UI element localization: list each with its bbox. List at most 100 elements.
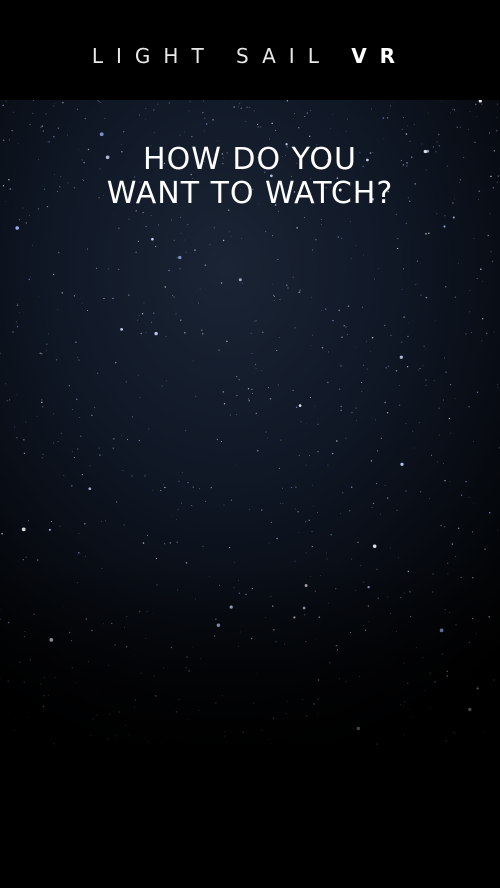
star xyxy=(253,320,255,322)
star xyxy=(309,396,311,399)
star xyxy=(168,102,170,104)
star xyxy=(192,505,194,507)
star xyxy=(376,483,378,485)
star xyxy=(107,268,110,270)
star xyxy=(371,108,372,110)
star xyxy=(53,105,55,107)
star xyxy=(341,237,343,240)
star xyxy=(414,284,416,286)
star xyxy=(202,111,204,114)
star xyxy=(305,552,307,554)
star xyxy=(279,299,281,300)
star xyxy=(435,319,436,321)
star xyxy=(96,267,97,269)
star xyxy=(482,318,484,320)
star xyxy=(187,481,189,484)
star xyxy=(25,421,27,423)
star xyxy=(423,345,425,347)
star xyxy=(436,461,438,463)
star xyxy=(160,489,162,492)
star xyxy=(171,515,173,517)
header-bar: LIGHT SAIL VR xyxy=(0,0,500,100)
star xyxy=(16,326,19,328)
star xyxy=(356,420,357,421)
star xyxy=(112,447,114,449)
star xyxy=(2,139,5,141)
star xyxy=(164,543,166,545)
star xyxy=(383,138,385,140)
star xyxy=(361,381,363,384)
star xyxy=(78,533,80,535)
star xyxy=(212,119,214,121)
star xyxy=(78,359,80,361)
star xyxy=(413,124,415,126)
star xyxy=(251,388,253,390)
star xyxy=(209,244,211,246)
star xyxy=(337,236,340,238)
star xyxy=(220,440,222,442)
star xyxy=(62,101,64,104)
star xyxy=(144,474,147,476)
star xyxy=(386,117,389,119)
bottom-fade xyxy=(0,560,500,888)
star xyxy=(445,286,447,288)
page-title: HOW DO YOU WANT TO WATCH? xyxy=(0,143,500,211)
star xyxy=(16,437,18,439)
star xyxy=(255,368,257,370)
star xyxy=(488,132,491,134)
star xyxy=(104,117,106,119)
star xyxy=(181,502,183,504)
star xyxy=(290,486,292,488)
star xyxy=(276,537,278,540)
star xyxy=(190,505,192,506)
star xyxy=(293,118,295,119)
star xyxy=(401,341,403,343)
star xyxy=(264,230,267,233)
star xyxy=(277,384,279,386)
star xyxy=(395,213,397,216)
star xyxy=(97,372,99,374)
star xyxy=(240,107,242,110)
star xyxy=(485,332,488,335)
star xyxy=(384,485,386,486)
star xyxy=(362,306,364,308)
star xyxy=(202,545,204,548)
star xyxy=(292,276,294,278)
star xyxy=(236,376,238,378)
star xyxy=(1,532,3,535)
star xyxy=(320,219,322,220)
star xyxy=(398,556,399,558)
star xyxy=(350,220,351,222)
star xyxy=(399,355,403,359)
star xyxy=(247,388,250,390)
star xyxy=(282,503,284,504)
star xyxy=(98,447,100,449)
star xyxy=(279,337,280,339)
star xyxy=(53,442,54,444)
star xyxy=(164,486,166,489)
star xyxy=(84,117,86,120)
star xyxy=(355,245,357,246)
star xyxy=(115,361,117,364)
star xyxy=(199,288,201,290)
star xyxy=(416,283,418,285)
star xyxy=(79,416,81,418)
star xyxy=(28,278,31,281)
star xyxy=(405,423,407,424)
star xyxy=(145,331,147,333)
star xyxy=(444,215,446,217)
star xyxy=(77,554,79,555)
star xyxy=(99,132,104,137)
star xyxy=(414,447,415,449)
star xyxy=(481,340,483,342)
star xyxy=(161,385,163,387)
star xyxy=(154,331,158,336)
star xyxy=(39,352,41,355)
star xyxy=(42,453,44,455)
star xyxy=(298,454,300,456)
star xyxy=(260,126,262,128)
star xyxy=(317,450,319,453)
star xyxy=(137,240,139,242)
star xyxy=(276,350,278,351)
star xyxy=(261,509,263,511)
